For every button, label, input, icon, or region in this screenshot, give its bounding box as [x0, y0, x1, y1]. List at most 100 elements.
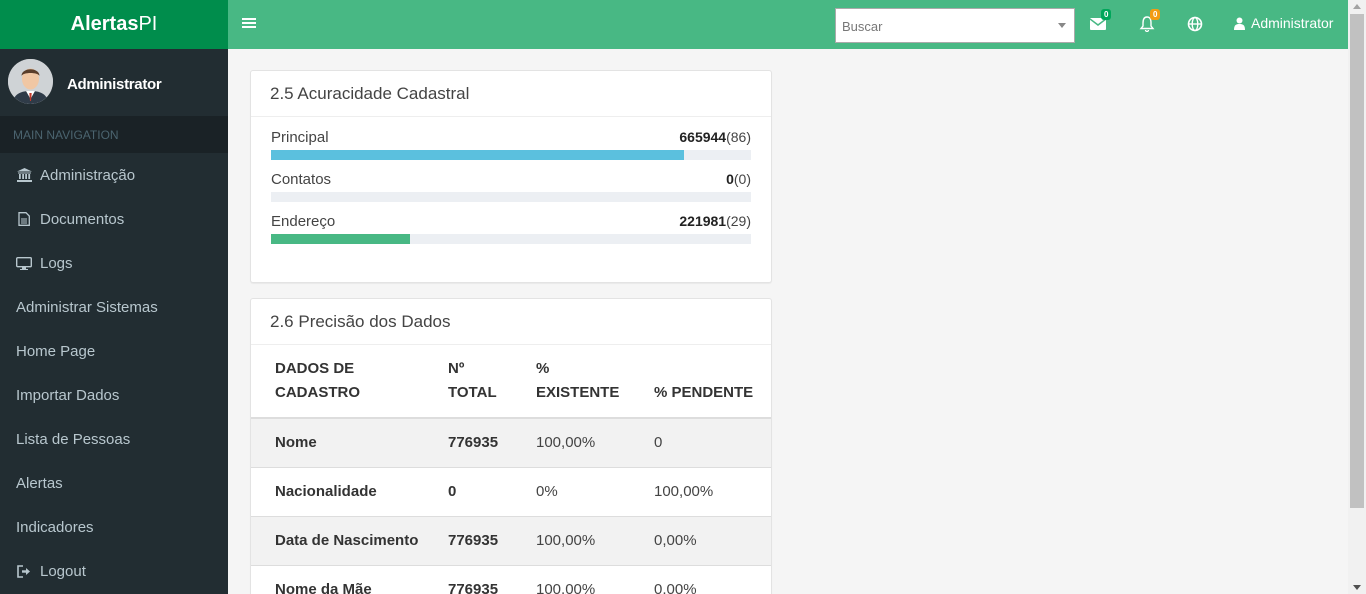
top-navbar: Buscar 0 0 Administrator — [228, 0, 1348, 49]
sidebar-item-label: Administração — [40, 166, 136, 184]
scrollbar-thumb[interactable] — [1350, 14, 1364, 508]
column-header: % EXISTENTE — [512, 345, 630, 419]
sidebar: Administrator MAIN NAVIGATION Administra… — [0, 49, 228, 594]
chevron-down-icon — [1058, 23, 1066, 28]
progress-percent: (0) — [733, 171, 751, 187]
table-cell: 776935 — [424, 564, 512, 594]
sidebar-item-label: Logout — [40, 562, 86, 580]
progress-list: Principal 665944(86) Contatos 0(0) Endereço 2… — [251, 117, 771, 244]
sign-out-icon — [16, 564, 32, 578]
user-menu[interactable]: Administrator — [1234, 15, 1333, 31]
sidebar-item-label: Administrar Sistemas — [16, 298, 158, 316]
progress-label: Contatos — [271, 171, 332, 188]
progress-percent: (29) — [726, 213, 751, 229]
notifications-badge: 0 — [1150, 9, 1161, 20]
globe-icon — [1187, 16, 1203, 32]
progress-value: 665944(86) — [679, 129, 751, 145]
progress-count: 665944 — [679, 129, 727, 145]
scroll-down-arrow-icon[interactable] — [1353, 585, 1361, 590]
user-icon — [1234, 17, 1245, 30]
table-cell: 100,00% — [512, 417, 630, 467]
sidebar-item-logout[interactable]: Logout — [0, 549, 228, 593]
progress-label: Principal — [271, 129, 329, 146]
logo-light: PI — [138, 13, 158, 35]
table-cell: Nacionalidade — [251, 466, 424, 516]
table-cell: 776935 — [424, 417, 512, 467]
table-row: Data de Nascimento 776935 100,00% 0,00% — [251, 515, 771, 565]
file-icon — [16, 212, 32, 226]
progress-bar-fill — [271, 234, 411, 244]
sidebar-item-logs[interactable]: Logs — [0, 241, 228, 285]
messages-button[interactable]: 0 — [1090, 9, 1112, 35]
page-scrollbar[interactable] — [1348, 0, 1366, 594]
avatar — [8, 59, 53, 104]
sidebar-item-indicadores[interactable]: Indicadores — [0, 505, 228, 549]
table-cell: 100,00% — [630, 466, 771, 516]
desktop-icon — [16, 256, 32, 270]
progress-count: 0 — [726, 171, 734, 187]
progress-item: Principal 665944(86) — [271, 117, 751, 160]
notifications-button[interactable]: 0 — [1139, 9, 1161, 35]
user-menu-name: Administrator — [1251, 15, 1334, 31]
search-placeholder: Buscar — [842, 19, 883, 34]
table-cell: 0 — [424, 466, 512, 516]
table-cell: Nome da Mãe — [251, 564, 424, 594]
sidebar-item-alertas[interactable]: Alertas — [0, 461, 228, 505]
sidebar-item-importar-dados[interactable]: Importar Dados — [0, 373, 228, 417]
precisao-title: 2.6 Precisão dos Dados — [251, 299, 771, 345]
sidebar-item-label: Documentos — [40, 210, 125, 228]
column-header: DADOS DE CADASTRO — [251, 345, 424, 419]
sidebar-item-lista-de-pessoas[interactable]: Lista de Pessoas — [0, 417, 228, 461]
nav-header: MAIN NAVIGATION — [0, 116, 228, 153]
sidebar-user-name: Administrator — [67, 76, 162, 93]
search-select[interactable]: Buscar — [835, 8, 1075, 43]
bank-icon — [16, 168, 32, 182]
sidebar-item-home-page[interactable]: Home Page — [0, 329, 228, 373]
user-panel: Administrator — [0, 49, 228, 116]
table-cell: 776935 — [424, 515, 512, 565]
table-cell: 0,00% — [630, 515, 771, 565]
sidebar-menu: Administração Documentos Logs Administrar S… — [0, 153, 228, 593]
progress-percent: (86) — [726, 129, 751, 145]
sidebar-item-label: Logs — [40, 254, 73, 272]
sidebar-item-label: Importar Dados — [16, 386, 120, 404]
progress-label: Endereço — [271, 213, 336, 230]
progress-item: Contatos 0(0) — [271, 159, 751, 202]
acuracidade-panel: 2.5 Acuracidade Cadastral Principal 66594… — [250, 70, 772, 283]
globe-button[interactable] — [1187, 15, 1207, 35]
sidebar-item-label: Alertas — [16, 474, 63, 492]
table-cell: 100,00% — [512, 564, 630, 594]
main-content: 2.5 Acuracidade Cadastral Principal 66594… — [228, 49, 1348, 594]
table-row: Nome da Mãe 776935 100,00% 0,00% — [251, 564, 771, 594]
precisao-table: DADOS DE CADASTRO Nº TOTAL% EXISTENTE% PE… — [251, 345, 771, 594]
table-header-row: DADOS DE CADASTRO Nº TOTAL% EXISTENTE% PE… — [251, 345, 771, 419]
table-cell: 0% — [512, 466, 630, 516]
progress-item: Endereço 221981(29) — [271, 201, 751, 244]
table-cell: Nome — [251, 417, 424, 467]
sidebar-item-documentos[interactable]: Documentos — [0, 197, 228, 241]
progress-bar — [271, 234, 751, 244]
table-cell: Data de Nascimento — [251, 515, 424, 565]
table-cell: 0 — [630, 417, 771, 467]
precisao-panel: 2.6 Precisão dos Dados DADOS DE CADASTRO… — [250, 298, 772, 594]
sidebar-item-administrar-sistemas[interactable]: Administrar Sistemas — [0, 285, 228, 329]
app-logo[interactable]: Alertas PI — [0, 0, 228, 49]
sidebar-item-label: Home Page — [16, 342, 96, 360]
sidebar-item-administra-o[interactable]: Administração — [0, 153, 228, 197]
progress-value: 221981(29) — [679, 213, 751, 229]
logo-bold: Alertas — [70, 13, 139, 35]
table-cell: 100,00% — [512, 515, 630, 565]
messages-badge: 0 — [1101, 9, 1112, 20]
table-row: Nome 776935 100,00% 0 — [251, 417, 771, 467]
sidebar-item-label: Lista de Pessoas — [16, 430, 131, 448]
progress-value: 0(0) — [726, 171, 751, 187]
sidebar-item-label: Indicadores — [16, 518, 94, 536]
acuracidade-title: 2.5 Acuracidade Cadastral — [251, 71, 771, 117]
progress-count: 221981 — [679, 213, 727, 229]
scroll-up-arrow-icon[interactable] — [1353, 4, 1361, 9]
column-header: % PENDENTE — [630, 345, 771, 419]
table-cell: 0,00% — [630, 564, 771, 594]
column-header: Nº TOTAL — [424, 345, 512, 419]
table-row: Nacionalidade 0 0% 100,00% — [251, 466, 771, 516]
sidebar-toggle-icon[interactable] — [242, 16, 256, 32]
